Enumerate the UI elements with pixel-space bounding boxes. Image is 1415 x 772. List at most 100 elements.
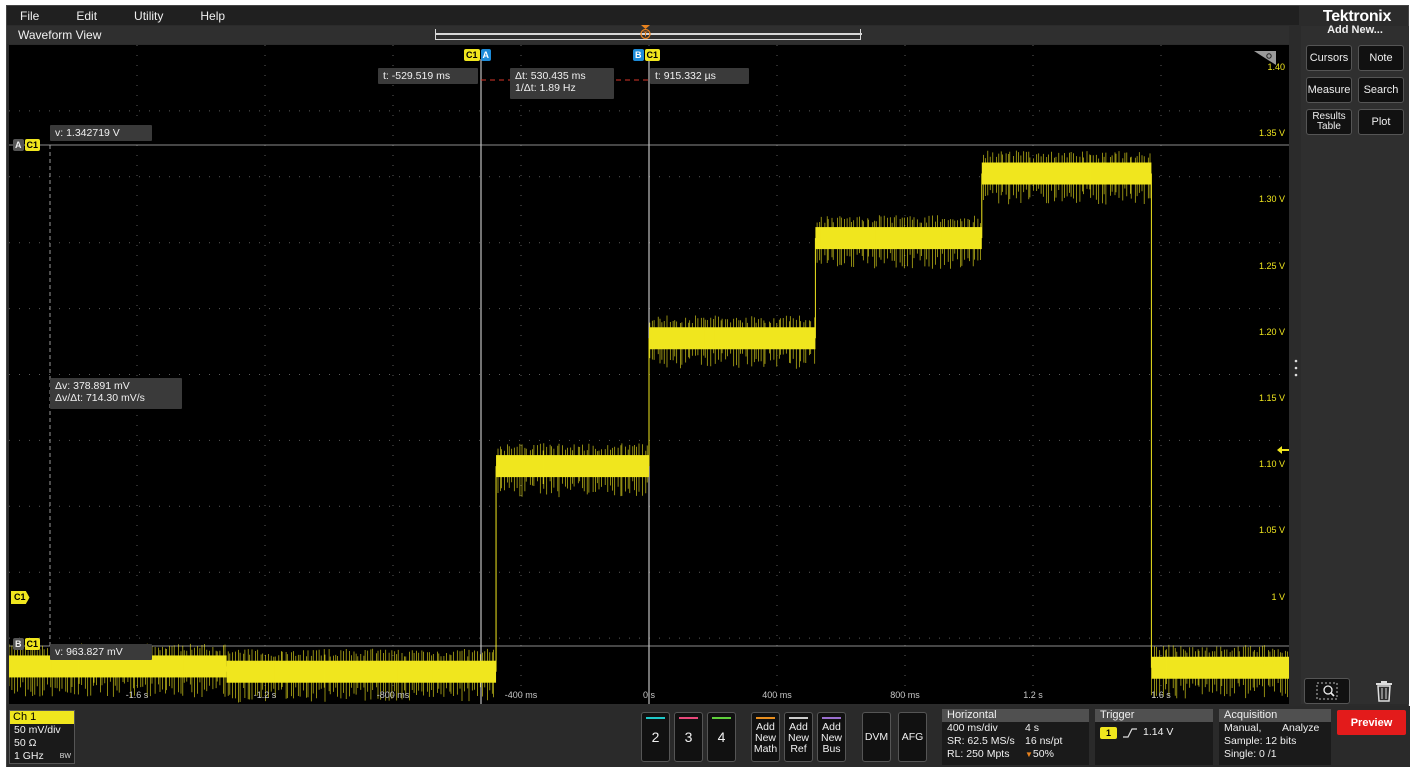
trigger-level-icon[interactable] <box>1277 444 1289 456</box>
channel-3-button[interactable]: 3 <box>674 712 703 762</box>
acquisition-badge[interactable]: Acquisition Manual, Analyze Sample: 12 bi… <box>1219 709 1331 765</box>
menu-file[interactable]: File <box>7 9 39 23</box>
trigger-level: 1.14 V <box>1143 726 1174 738</box>
zoom-icon <box>1316 682 1338 700</box>
waveform-plot[interactable] <box>9 45 1289 704</box>
menu-edit[interactable]: Edit <box>63 9 97 23</box>
measure-button[interactable]: Measure <box>1306 77 1352 103</box>
menu-utility[interactable]: Utility <box>121 9 163 23</box>
cursor-b-source: C1 <box>644 49 661 61</box>
dvm-label: DVM <box>864 731 889 743</box>
x-tick-label: -1.2 s <box>253 690 277 700</box>
afg-label: AFG <box>901 731 924 743</box>
waveform-view-title: Waveform View <box>18 28 102 42</box>
results-table-button[interactable]: Results Table <box>1306 109 1352 135</box>
dvm-button[interactable]: DVM <box>862 712 891 762</box>
trigger-position-label: T <box>643 32 648 39</box>
delete-button[interactable] <box>1371 678 1397 704</box>
cursor-a-tag[interactable]: C1 A <box>464 49 492 61</box>
x-tick-label: -1.6 s <box>125 690 149 700</box>
cursor-a-ref-source: C1 <box>24 139 41 151</box>
cursor-a-label: A <box>480 49 492 61</box>
cursor-b-ref-tag[interactable]: B C1 <box>13 638 41 650</box>
cursor-a-ref-tag[interactable]: A C1 <box>13 139 41 151</box>
add-new-math-button[interactable]: Add New Math <box>751 712 780 762</box>
ref-color-stripe <box>789 717 808 719</box>
waveform-graticule[interactable]: 1.40 1.35 V 1.30 V 1.25 V 1.20 V 1.15 V … <box>9 45 1289 704</box>
cursor-b-ref-label: B <box>13 638 24 650</box>
cursor-b-tag[interactable]: B C1 <box>633 49 661 61</box>
x-tick-label: -800 ms <box>376 690 410 700</box>
zoom-button[interactable] <box>1304 678 1350 704</box>
x-tick-label: 800 ms <box>890 690 920 700</box>
rising-edge-icon <box>1123 727 1138 738</box>
y-tick-label: 1.10 V <box>1258 459 1285 469</box>
channel-2-button[interactable]: 2 <box>641 712 670 762</box>
channel-2-color-stripe <box>646 717 665 719</box>
cursor-a-time-readout: t: -529.519 ms <box>378 68 478 84</box>
channel-3-color-stripe <box>679 717 698 719</box>
channel-2-label: 2 <box>651 729 660 745</box>
settings-bar: Ch 1 50 mV/div 50 Ω 1 GHz BW 2 3 4 Add N… <box>7 706 1410 767</box>
channel-1-label: Ch 1 <box>10 711 74 724</box>
trigger-position-icon[interactable]: T <box>640 25 651 40</box>
channel-1-badge[interactable]: Ch 1 50 mV/div 50 Ω 1 GHz BW <box>9 710 75 764</box>
horizontal-title: Horizontal <box>942 709 1089 722</box>
channel-4-color-stripe <box>712 717 731 719</box>
y-tick-label: 1 V <box>1271 592 1285 602</box>
menu-bar: File Edit Utility Help <box>7 6 1299 25</box>
channel-1-offset-marker[interactable]: C1 <box>11 591 30 604</box>
trace-level <box>981 162 1152 185</box>
plot-button[interactable]: Plot <box>1358 109 1404 135</box>
preview-button[interactable]: Preview <box>1337 710 1406 735</box>
bandwidth-limit-icon: BW <box>59 753 71 760</box>
acquisition-mode: Manual, <box>1224 722 1262 734</box>
horizontal-badge[interactable]: Horizontal 400 ms/div 4 s SR: 62.5 MS/s 16… <box>942 709 1089 765</box>
math-color-stripe <box>756 717 775 719</box>
trace-level <box>815 227 982 250</box>
acquisition-title: Acquisition <box>1219 709 1331 722</box>
bus-color-stripe <box>822 717 841 719</box>
zoom-corner-icon[interactable] <box>1254 51 1276 65</box>
delta-voltage-readout: Δv: 378.891 mV Δv/Δt: 714.30 mV/s <box>50 378 182 409</box>
delta-v-value: Δv: 378.891 mV <box>55 380 130 392</box>
y-tick-label: 1.05 V <box>1258 525 1285 535</box>
search-button[interactable]: Search <box>1358 77 1404 103</box>
panel-resize-grip-icon[interactable] <box>1294 358 1298 378</box>
afg-button[interactable]: AFG <box>898 712 927 762</box>
horizontal-duration: 4 s <box>1025 722 1040 734</box>
channel-3-label: 3 <box>684 729 693 745</box>
horizontal-position-value: 50% <box>1032 748 1054 760</box>
add-bus-line-3: Bus <box>822 743 841 755</box>
trace-level <box>226 660 497 683</box>
cursors-button[interactable]: Cursors <box>1306 45 1352 71</box>
trigger-badge[interactable]: Trigger 1 1.14 V <box>1095 709 1213 765</box>
trigger-title: Trigger <box>1095 709 1213 722</box>
x-tick-label: -400 ms <box>504 690 538 700</box>
delta-time-readout: Δt: 530.435 ms 1/Δt: 1.89 Hz <box>510 68 614 99</box>
x-tick-label: 400 ms <box>762 690 792 700</box>
acquisition-analyze: Analyze <box>1282 722 1320 734</box>
channel-4-button[interactable]: 4 <box>707 712 736 762</box>
cursor-b-time-readout: t: 915.332 µs <box>650 68 749 84</box>
add-new-bus-button[interactable]: Add New Bus <box>817 712 846 762</box>
add-new-ref-button[interactable]: Add New Ref <box>784 712 813 762</box>
inverse-delta-t-value: 1/Δt: 1.89 Hz <box>515 82 576 94</box>
horizontal-scale: 400 ms/div <box>947 722 998 734</box>
channel-1-scale: 50 mV/div <box>14 724 61 736</box>
y-tick-label: 950 mV <box>1253 658 1285 668</box>
channel-1-impedance: 50 Ω <box>14 737 37 749</box>
dv-dt-value: Δv/Δt: 714.30 mV/s <box>55 392 145 404</box>
note-button[interactable]: Note <box>1358 45 1404 71</box>
delta-t-value: Δt: 530.435 ms <box>515 70 586 82</box>
trigger-source: 1 <box>1100 726 1118 739</box>
x-tick-label: 0 s <box>642 690 656 700</box>
menu-help[interactable]: Help <box>187 9 225 23</box>
add-math-line-3: Math <box>753 743 778 755</box>
add-ref-line-3: Ref <box>790 743 807 755</box>
y-tick-label: 1.30 V <box>1258 194 1285 204</box>
cursor-a-ref-label: A <box>13 139 24 151</box>
x-tick-label: 1.6 s <box>1151 690 1171 700</box>
trash-icon <box>1376 681 1392 702</box>
cursor-a-voltage-readout: v: 1.342719 V <box>50 125 152 141</box>
